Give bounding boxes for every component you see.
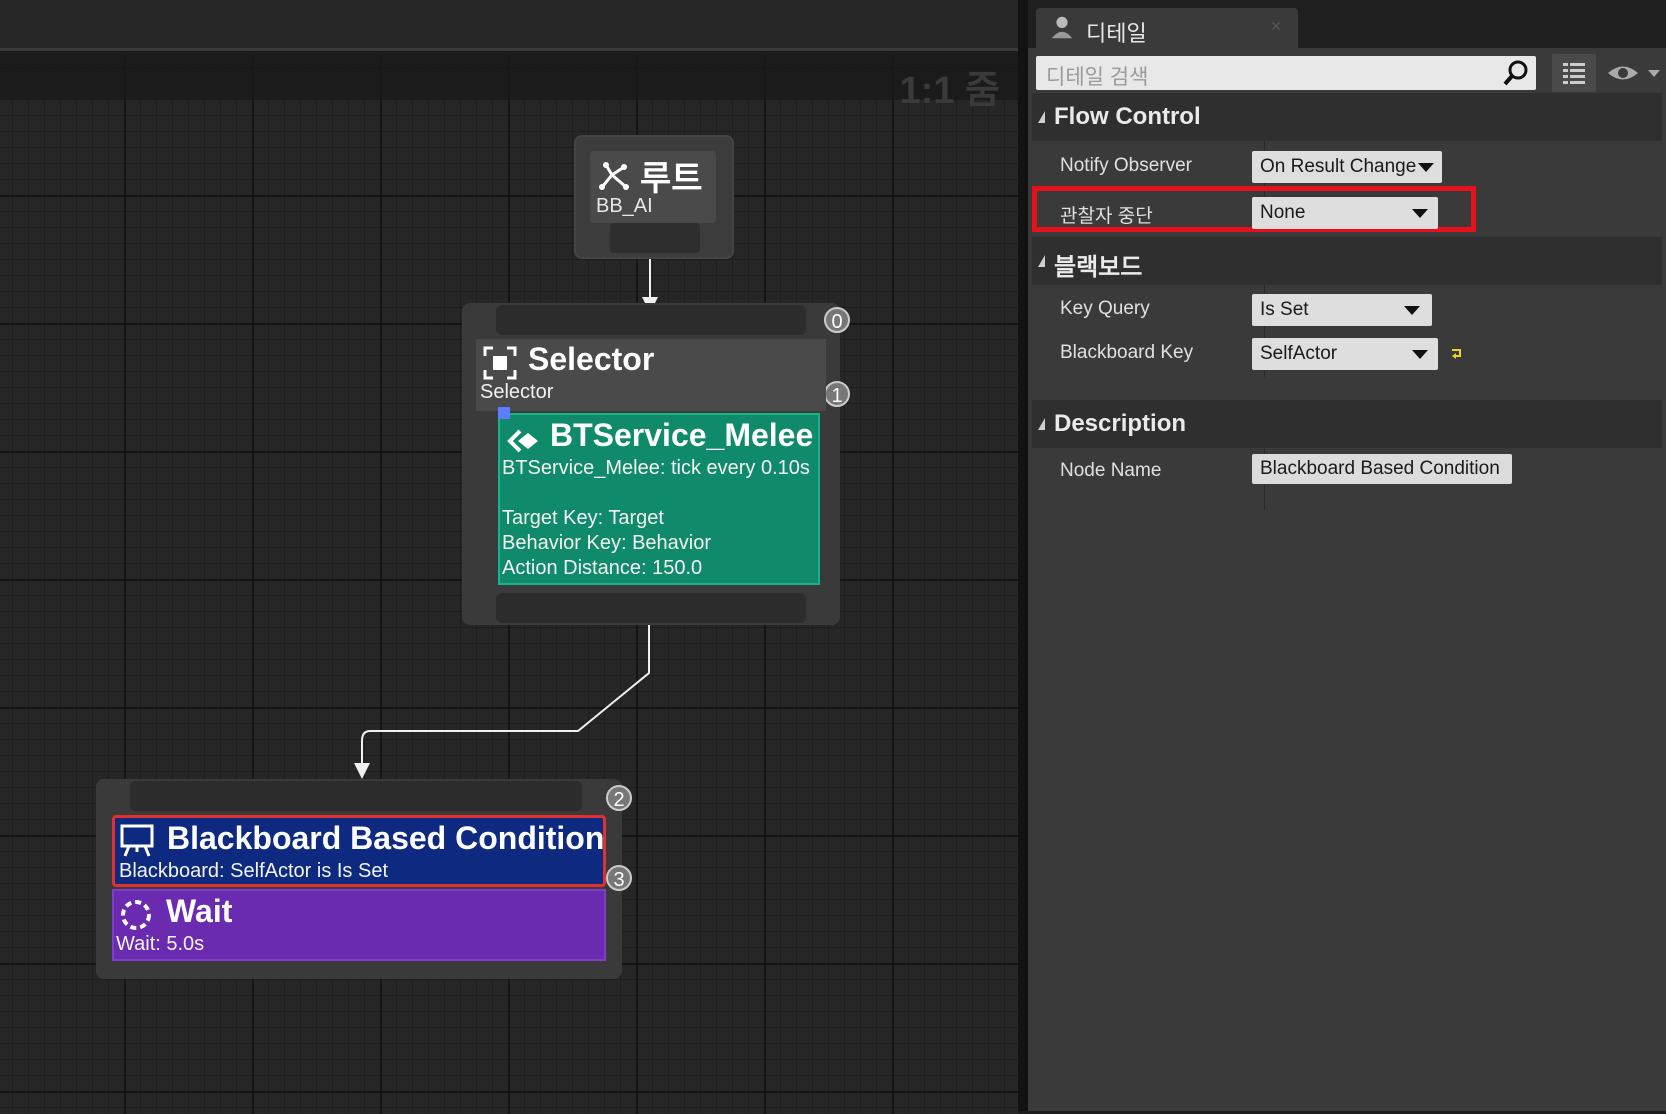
- row-key-query: Key Query Is Set: [1032, 288, 1662, 332]
- service-description-line: Behavior Key: Behavior: [502, 532, 712, 554]
- row-notify-observer: Notify Observer On Result Change: [1032, 145, 1662, 189]
- reset-to-default-icon[interactable]: [1450, 346, 1464, 360]
- wait-icon: [121, 900, 151, 930]
- chevron-down-icon: [1404, 306, 1420, 315]
- category-title: Flow Control: [1054, 103, 1201, 130]
- blackboard-key-label: Blackboard Key: [1060, 342, 1194, 363]
- selector-node[interactable]: 0 1 Selector Selector BTService_Melee BT…: [462, 303, 850, 625]
- chevron-down-icon: [1418, 163, 1434, 172]
- notify-observer-label: Notify Observer: [1060, 155, 1192, 176]
- root-node-blackboard: BB_AI: [596, 195, 653, 217]
- details-icon: [1051, 16, 1073, 39]
- tree-root-icon: [599, 162, 629, 190]
- execution-order-badge: 2: [606, 785, 632, 811]
- service-icon: [507, 429, 538, 453]
- root-node-header: 루트 BB_AI: [590, 151, 716, 223]
- decorator-title: Blackboard Based Condition: [167, 820, 605, 856]
- root-output-pin[interactable]: [610, 223, 700, 253]
- decorator-node-selected[interactable]: Blackboard Based Condition Blackboard: S…: [112, 815, 606, 887]
- row-blackboard-key: Blackboard Key SelfActor: [1032, 332, 1662, 376]
- category-title: 블랙보드: [1054, 254, 1143, 281]
- blackboard-icon: [120, 824, 154, 857]
- selector-title: Selector: [528, 341, 655, 377]
- close-icon[interactable]: ✕: [1270, 18, 1282, 35]
- key-query-label: Key Query: [1060, 298, 1150, 319]
- decorator-subtitle: Blackboard: SelfActor is Is Set: [119, 860, 389, 882]
- category-description[interactable]: Description: [1032, 400, 1662, 448]
- node-name-field[interactable]: Blackboard Based Condition: [1252, 454, 1512, 484]
- observer-aborts-label: 관찰자 중단: [1060, 206, 1153, 227]
- service-description-line: Target Key: Target: [502, 507, 664, 529]
- tab-details[interactable]: 디테일 ✕: [1036, 8, 1298, 48]
- key-query-value: Is Set: [1260, 299, 1309, 320]
- selector-icon: [483, 346, 517, 380]
- row-observer-aborts: 관찰자 중단 None: [1032, 191, 1662, 235]
- selector-header: Selector Selector: [476, 339, 826, 411]
- search-placeholder: 디테일 검색: [1046, 66, 1149, 89]
- category-blackboard[interactable]: 블랙보드: [1032, 237, 1662, 285]
- node-name-value: Blackboard Based Condition: [1260, 458, 1500, 479]
- execution-order-badge: 1: [824, 381, 850, 407]
- visibility-eye-icon[interactable]: [1606, 58, 1662, 88]
- collapse-arrow-icon: [1038, 418, 1045, 430]
- property-matrix-button[interactable]: [1552, 54, 1596, 92]
- service-title: BTService_Melee: [550, 417, 814, 453]
- service-marker-icon: [498, 407, 510, 419]
- row-node-name: Node Name Blackboard Based Condition: [1032, 450, 1662, 494]
- service-description-line: Action Distance: 150.0: [502, 557, 703, 579]
- root-node-title: 루트: [640, 160, 703, 198]
- execution-order-badge: 3: [606, 865, 632, 891]
- chevron-down-icon: [1412, 209, 1428, 218]
- task-node[interactable]: 2 3 Blackboard Based Condition Blackboar…: [96, 779, 632, 979]
- service-description-line: BTService_Melee: tick every 0.10s: [502, 457, 810, 479]
- selector-output-pin[interactable]: [496, 593, 806, 623]
- behavior-tree-graph[interactable]: 1:1 줌 루트 BB_AI 0 1 Selector Selector BTS…: [0, 48, 1018, 1114]
- chevron-down-icon: [1412, 350, 1428, 359]
- wait-subtitle: Wait: 5.0s: [116, 933, 205, 955]
- details-body: 디테일 검색 Flow Control Notify Observer On R…: [1028, 48, 1666, 1111]
- notify-observer-dropdown[interactable]: On Result Change: [1252, 151, 1442, 183]
- grid-icon: [1563, 63, 1585, 84]
- search-icon[interactable]: [1502, 59, 1530, 87]
- panel-splitter[interactable]: [1018, 0, 1028, 1111]
- key-query-dropdown[interactable]: Is Set: [1252, 294, 1432, 326]
- collapse-arrow-icon: [1038, 255, 1045, 267]
- observer-aborts-dropdown[interactable]: None: [1252, 197, 1438, 229]
- blackboard-key-value: SelfActor: [1260, 343, 1338, 364]
- category-title: Description: [1054, 410, 1187, 437]
- details-panel: 디테일 ✕ 디테일 검색 Flow Control Notify Observe…: [1028, 0, 1666, 1111]
- tab-details-label: 디테일: [1086, 21, 1147, 46]
- wait-task-node[interactable]: Wait Wait: 5.0s: [112, 889, 606, 961]
- details-search-input[interactable]: 디테일 검색: [1036, 56, 1536, 90]
- observer-aborts-value: None: [1260, 202, 1306, 223]
- collapse-arrow-icon: [1038, 111, 1045, 123]
- blackboard-key-dropdown[interactable]: SelfActor: [1252, 338, 1438, 370]
- wait-title: Wait: [166, 893, 233, 929]
- service-node[interactable]: BTService_Melee BTService_Melee: tick ev…: [498, 407, 820, 585]
- graph-top-bar: [0, 0, 1022, 48]
- category-flow-control[interactable]: Flow Control: [1032, 93, 1662, 141]
- selector-subtitle: Selector: [480, 381, 554, 403]
- node-name-label: Node Name: [1060, 460, 1162, 481]
- selector-input-pin[interactable]: [496, 305, 806, 335]
- task-input-pin[interactable]: [130, 781, 582, 811]
- root-node[interactable]: 루트 BB_AI: [574, 135, 734, 259]
- execution-order-badge: 0: [824, 307, 850, 333]
- notify-observer-value: On Result Change: [1260, 156, 1417, 177]
